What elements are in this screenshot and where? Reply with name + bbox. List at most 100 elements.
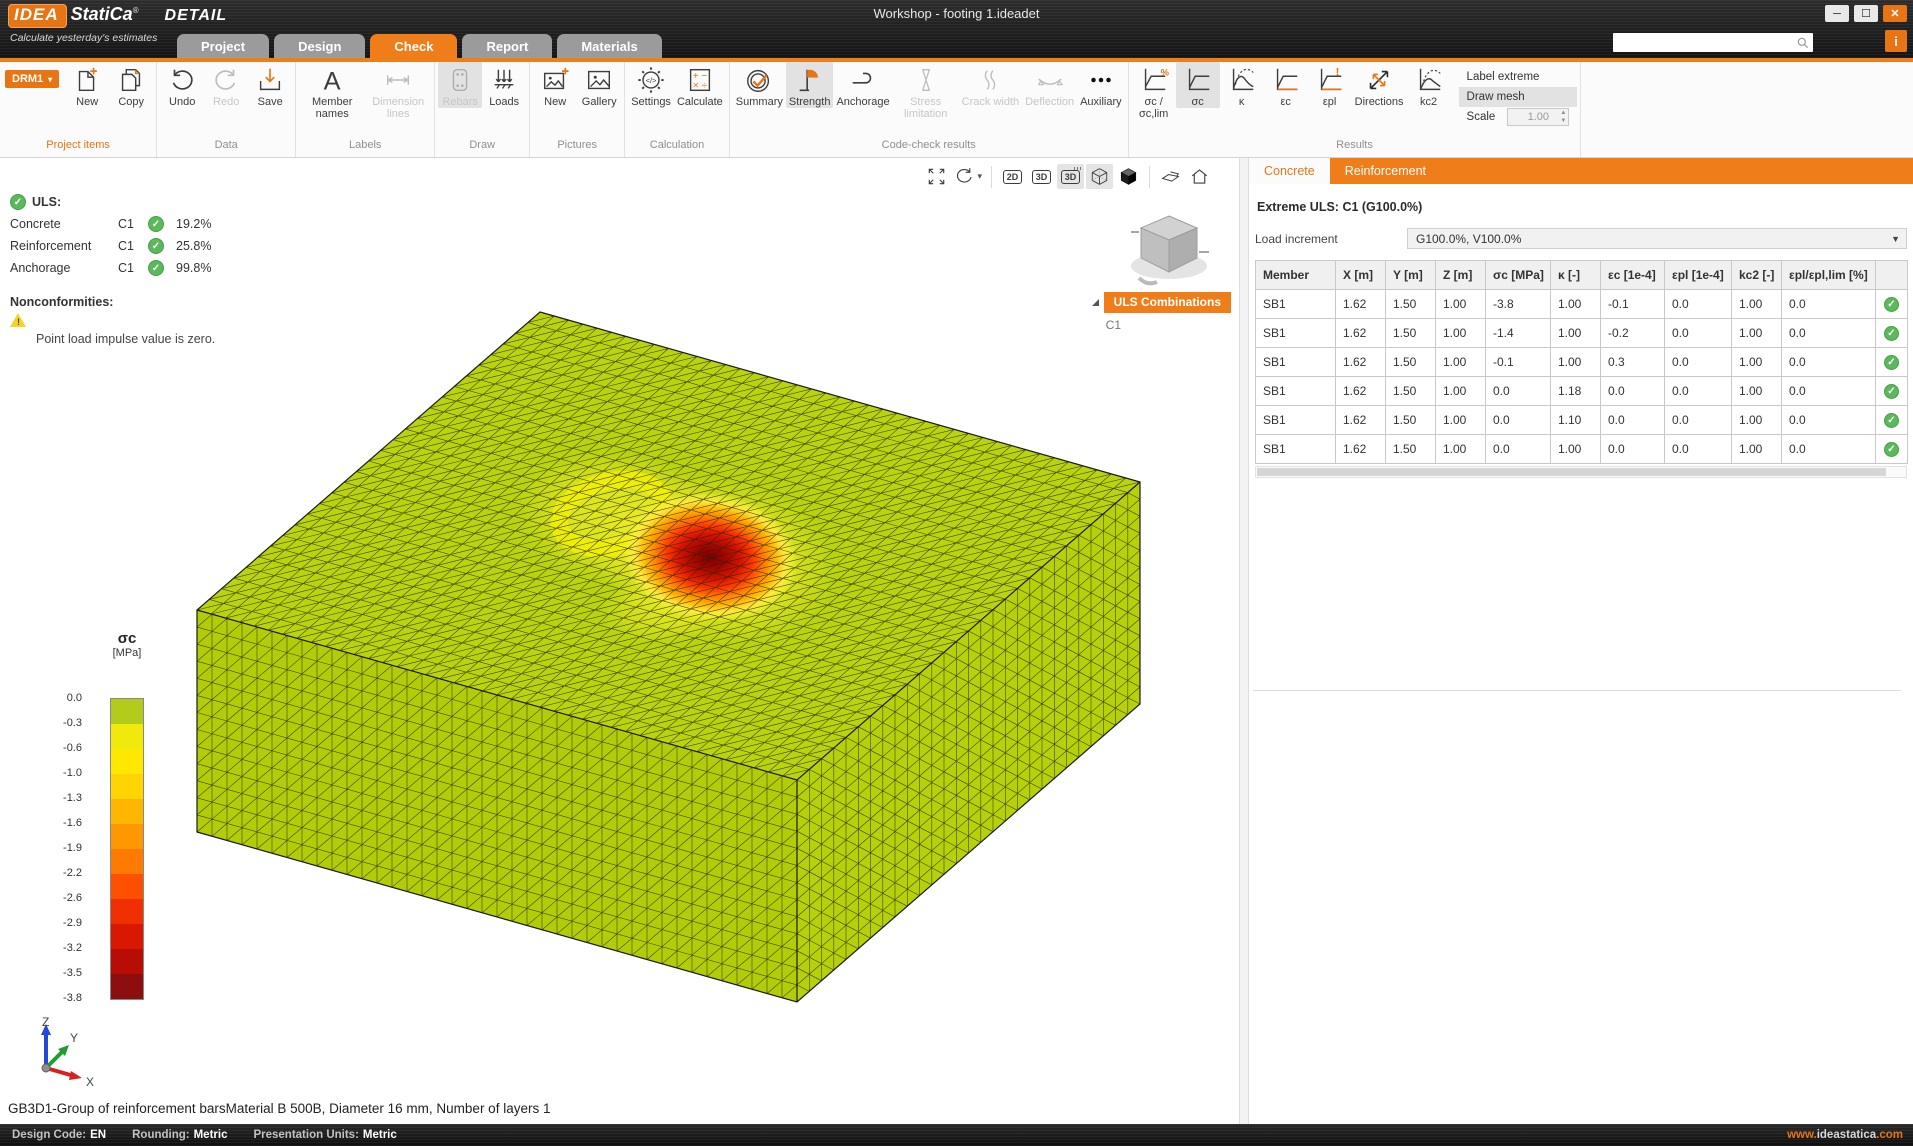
home-view-button[interactable] [1186,164,1213,189]
results-panel: ConcreteReinforcement Extreme ULS: C1 (G… [1249,158,1913,1124]
view-wireframe-cube-button[interactable] [1086,164,1113,189]
home-icon [1189,166,1210,187]
view-2d-button[interactable]: 2D [999,164,1026,189]
scale-stepper[interactable]: 1.00▲▼ [1507,108,1569,126]
app-tab-design[interactable]: Design [274,34,365,58]
ribbon-loads[interactable]: Loads [482,62,526,108]
ribbon-anchorage[interactable]: Anchorage [833,62,892,108]
ribbon-gallery[interactable]: Gallery [577,62,621,108]
website-link[interactable]: www.ideastatica.com [1787,1129,1903,1141]
navigation-cube[interactable] [1117,208,1221,292]
ribbon-redo: Redo [204,62,248,108]
minimize-button[interactable]: ─ [1825,5,1849,22]
save-icon [255,65,285,95]
table-row[interactable]: SB11.621.501.00-0.11.000.30.01.000.0✓ [1256,348,1908,377]
nonconformities-title: Nonconformities: [10,295,215,309]
table-row[interactable]: SB11.621.501.000.01.000.00.01.000.0✓ [1256,435,1908,464]
load-increment-select[interactable]: G100.0%, V100.0% ▼ [1407,228,1907,249]
tree-item-c1[interactable]: C1 [1106,318,1231,332]
search-input[interactable] [1613,35,1796,50]
clip-view-button[interactable] [1157,164,1184,189]
ribbon-settings[interactable]: Settings [628,62,674,108]
ribbon-crack-width: Crack width [959,62,1022,108]
stepper-arrows-icon[interactable]: ▲▼ [1560,109,1566,125]
cube-wire-icon [1089,166,1110,187]
view-3d-icon: 3D [1032,170,1052,184]
model-viewport[interactable]: ▾2D3D3D ✓ ULS: ConcreteC1✓19.2%Reinforce… [0,158,1239,1124]
ribbon-summary[interactable]: Summary [733,62,786,108]
table-header[interactable]: kc2 [-] [1732,261,1782,290]
legend-tick-label: -2.2 [32,867,82,879]
uls-ok-icon: ✓ [10,194,26,210]
table-header[interactable] [1876,261,1908,290]
table-header[interactable]: εpl/εpl,lim [%] [1782,261,1876,290]
panel-splitter[interactable] [1239,158,1249,1124]
app-tab-report[interactable]: Report [462,34,552,58]
panel-tab-reinforcement[interactable]: Reinforcement [1330,158,1441,184]
toolbar-separator [991,166,992,188]
ribbon-project-selector[interactable]: DRM1▾ [5,70,59,88]
table-header[interactable]: Z [m] [1436,261,1486,290]
panel-tab-concrete[interactable]: Concrete [1249,158,1330,184]
table-header[interactable]: εpl [1e-4] [1665,261,1732,290]
ribbon-sigma-c-ratio[interactable]: σc / σc,lim [1132,62,1176,120]
ribbon-eps-pl[interactable]: εpl [1308,62,1352,108]
ribbon-deflection: Deflection [1022,62,1077,108]
close-button[interactable]: ✕ [1883,5,1907,22]
panel-divider-line [1253,690,1901,691]
table-header[interactable]: Member [1256,261,1336,290]
maximize-button[interactable]: ☐ [1854,5,1878,22]
rotate-view-button[interactable]: ▾ [952,164,984,189]
ribbon-new-picture[interactable]: New [533,62,577,108]
tree-expander-icon[interactable] [1092,299,1099,306]
table-header[interactable]: κ [-] [1551,261,1601,290]
app-tab-project[interactable]: Project [177,34,269,58]
ribbon-member-names[interactable]: Member names [299,62,365,120]
table-header[interactable]: Y [m] [1386,261,1436,290]
table-header[interactable]: εc [1e-4] [1601,261,1665,290]
table-row[interactable]: SB11.621.501.000.01.100.00.01.000.0✓ [1256,406,1908,435]
app-tab-check[interactable]: Check [370,34,457,58]
ribbon-sigma-c[interactable]: σc [1176,62,1220,108]
ribbon-kappa[interactable]: κ [1220,62,1264,108]
legend-tick-label: -2.9 [32,917,82,929]
ribbon-new-project-item[interactable]: New [65,62,109,108]
tree-item-uls-combinations[interactable]: ULS Combinations [1104,292,1231,313]
uls-check-row-concrete[interactable]: ConcreteC1✓19.2% [10,213,215,235]
table-header[interactable]: σc [MPa] [1486,261,1551,290]
ribbon-group-labels: Member namesDimension linesLabels [296,62,435,157]
uls-check-row-anchorage[interactable]: AnchorageC1✓99.8% [10,257,215,279]
info-button[interactable]: i [1885,30,1907,52]
ribbon-directions[interactable]: Directions [1352,62,1407,108]
ribbon-copy-project-item[interactable]: Copy [109,62,153,108]
ribbon-undo[interactable]: Undo [160,62,204,108]
chevron-down-icon[interactable]: ▾ [977,171,982,182]
legend-color-band [111,774,143,799]
draw-mesh-toggle[interactable]: Draw mesh [1459,87,1578,107]
search-box[interactable] [1613,33,1813,52]
extreme-uls-title: Extreme ULS: C1 (G100.0%) [1257,200,1913,214]
ribbon-strength[interactable]: Strength [786,62,834,108]
legend-color-band [111,924,143,949]
fit-view-button[interactable] [923,164,950,189]
scale-label: Scale [1467,111,1496,123]
view-3d-button[interactable]: 3D [1028,164,1055,189]
label-extreme-toggle[interactable]: Label extreme [1459,67,1578,87]
ribbon-save[interactable]: Save [248,62,292,108]
ribbon-calculate[interactable]: Calculate [674,62,726,108]
table-horizontal-scrollbar[interactable] [1255,466,1907,478]
app-tab-materials[interactable]: Materials [557,34,661,58]
ribbon-kc2[interactable]: kc2 [1407,62,1451,108]
view-solid-cube-button[interactable] [1115,164,1142,189]
view-3d-dimensions-button[interactable]: 3D [1057,164,1084,189]
table-row[interactable]: SB11.621.501.00-1.41.00-0.20.01.000.0✓ [1256,319,1908,348]
ribbon-eps-c[interactable]: εc [1264,62,1308,108]
ribbon-group-project-items: DRM1▾NewCopyProject items [0,62,157,157]
legend-color-band [111,799,143,824]
table-row[interactable]: SB11.621.501.00-3.81.00-0.10.01.000.0✓ [1256,290,1908,319]
table-header[interactable]: X [m] [1336,261,1386,290]
ribbon-auxiliary[interactable]: Auxiliary [1077,62,1125,108]
table-row[interactable]: SB11.621.501.000.01.180.00.01.000.0✓ [1256,377,1908,406]
ribbon-stress-limitation: Stress limitation [893,62,959,120]
uls-check-row-reinforcement[interactable]: ReinforcementC1✓25.8% [10,235,215,257]
